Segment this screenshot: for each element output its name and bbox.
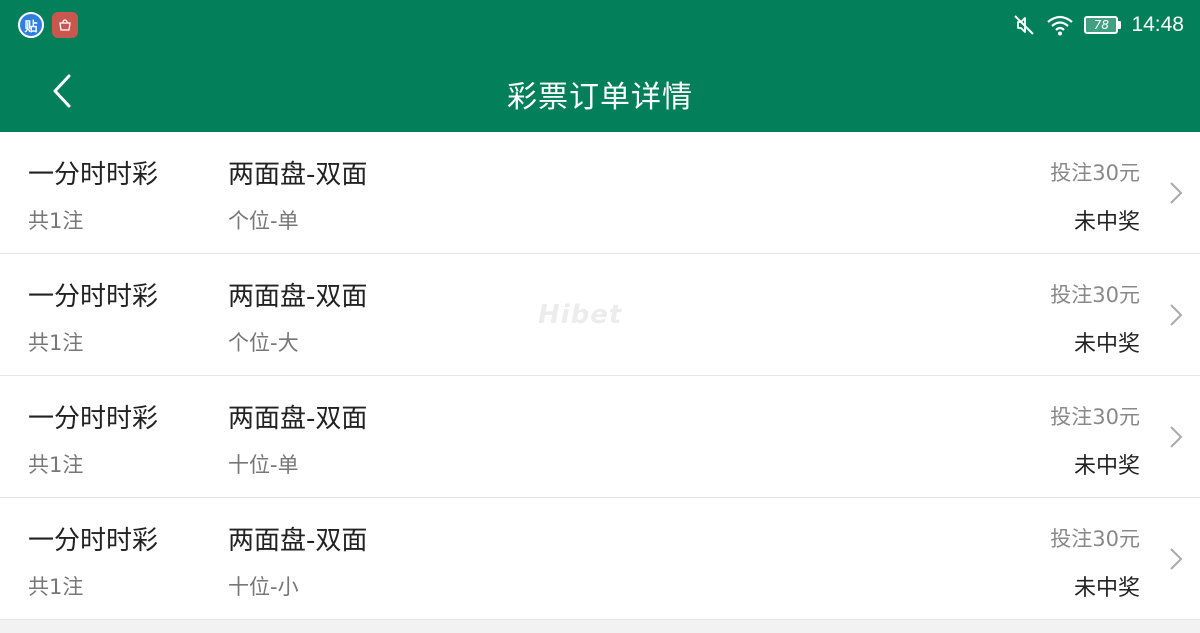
lottery-name: 一分时时彩 [28,282,159,312]
bet-count: 共1注 [28,453,84,477]
bet-count: 共1注 [28,331,84,355]
wifi-icon [1046,14,1074,36]
lottery-name: 一分时时彩 [28,160,159,190]
chevron-right-icon [1170,182,1183,204]
battery-tip [1118,21,1122,29]
bag-glyph [59,19,71,31]
app-header: 彩票订单详情 [0,50,1200,132]
win-status: 未中奖 [1073,454,1140,479]
bet-count: 共1注 [28,209,84,233]
bet-amount: 投注30元 [1050,161,1140,185]
play-detail: 个位-大 [228,331,299,355]
status-system: 78 14:48 [1012,10,1184,40]
play-detail: 十位-小 [228,575,299,599]
play-type: 两面盘-双面 [228,404,368,434]
play-type: 两面盘-双面 [228,160,368,190]
bet-amount: 投注30元 [1050,405,1140,429]
battery-icon: 78 [1084,16,1122,34]
order-row[interactable]: 一分时时彩 共1注 两面盘-双面 十位-小 投注30元 未中奖 [0,498,1200,620]
bet-count: 共1注 [28,575,84,599]
status-notifications: 贴 [18,12,78,38]
play-type: 两面盘-双面 [228,526,368,556]
page-title: 彩票订单详情 [507,80,693,115]
mute-icon [1012,13,1036,37]
battery-level: 78 [1084,16,1119,34]
shopping-bag-icon [52,12,78,38]
win-status: 未中奖 [1073,576,1140,601]
play-detail: 个位-单 [228,209,299,233]
chevron-right-icon [1170,304,1183,326]
win-status: 未中奖 [1073,210,1140,235]
chevron-right-icon [1170,426,1183,448]
play-type: 两面盘-双面 [228,282,368,312]
lottery-name: 一分时时彩 [28,404,159,434]
play-detail: 十位-单 [228,453,299,477]
win-status: 未中奖 [1073,332,1140,357]
bet-amount: 投注30元 [1050,283,1140,307]
order-row[interactable]: 一分时时彩 共1注 两面盘-双面 十位-单 投注30元 未中奖 [0,376,1200,498]
chevron-right-icon [1170,548,1183,570]
tieba-icon-label: 贴 [24,19,38,35]
order-list: 一分时时彩 共1注 两面盘-双面 个位-单 投注30元 未中奖 一分时时彩 共1… [0,132,1200,620]
bet-amount: 投注30元 [1050,527,1140,551]
screen: 贴 78 14:48 彩票订单详情 一分时时彩 共1注 两面盘-双面 个位-单 … [0,0,1200,633]
order-row[interactable]: 一分时时彩 共1注 两面盘-双面 个位-单 投注30元 未中奖 [0,132,1200,254]
lottery-name: 一分时时彩 [28,526,159,556]
status-time: 14:48 [1131,13,1184,36]
tieba-app-icon: 贴 [18,12,44,38]
status-bar: 贴 78 14:48 [0,0,1200,50]
order-row[interactable]: 一分时时彩 共1注 两面盘-双面 个位-大 投注30元 未中奖 [0,254,1200,376]
